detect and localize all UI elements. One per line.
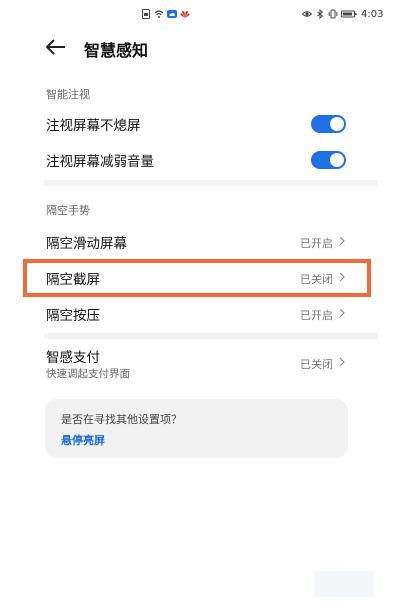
setting-label: 隔空滑动屏幕 <box>46 236 127 252</box>
section-divider <box>44 180 378 186</box>
status-right-icons <box>302 9 357 19</box>
toggle-switch[interactable] <box>311 115 346 133</box>
back-arrow-icon[interactable] <box>44 34 68 60</box>
sim-icon <box>142 9 150 19</box>
huawei-icon <box>180 11 190 18</box>
suggestion-link[interactable]: 悬停亮屏 <box>61 432 105 448</box>
toggle-knob <box>330 153 344 167</box>
chevron-right-icon <box>339 236 345 246</box>
setting-row-air-swipe[interactable]: 隔空滑动屏幕 已开启 <box>0 228 405 256</box>
wifi-icon <box>154 10 164 18</box>
setting-label: 注视屏幕减弱音量 <box>46 154 154 170</box>
cloud-icon <box>167 10 177 18</box>
setting-row-smart-pay[interactable]: 智感支付 快速调起支付界面 已关闭 <box>0 346 405 382</box>
toggle-switch[interactable] <box>311 151 346 169</box>
corner-overlay <box>314 571 374 597</box>
setting-label: 隔空按压 <box>46 308 100 324</box>
setting-status: 已开启 <box>300 309 333 322</box>
page-header: 智慧感知 <box>0 34 405 62</box>
status-bar: 4:03 <box>0 0 405 30</box>
section-label-gaze: 智能注视 <box>46 88 90 101</box>
suggestion-question: 是否在寻找其他设置项？ <box>61 413 182 426</box>
setting-row-air-press[interactable]: 隔空按压 已开启 <box>0 300 405 328</box>
bluetooth-icon <box>317 9 324 19</box>
setting-subtitle: 快速调起支付界面 <box>46 368 130 380</box>
setting-row-gaze-keep-screen[interactable]: 注视屏幕不熄屏 <box>0 112 405 136</box>
suggestion-card: 是否在寻找其他设置项？ 悬停亮屏 <box>45 399 348 458</box>
eye-icon <box>302 11 312 17</box>
status-time: 4:03 <box>361 9 384 20</box>
highlight-box <box>23 259 371 297</box>
setting-status: 已关闭 <box>300 358 333 371</box>
battery-icon <box>341 10 357 18</box>
setting-label: 智感支付 <box>46 350 100 366</box>
vibrate-icon <box>328 9 338 19</box>
setting-status: 已开启 <box>300 237 333 250</box>
section-label-air-gesture: 隔空手势 <box>46 204 90 217</box>
status-left-icons <box>141 9 190 19</box>
chevron-right-icon <box>339 308 345 318</box>
section-divider <box>44 333 378 339</box>
setting-row-gaze-lower-volume[interactable]: 注视屏幕减弱音量 <box>0 148 405 172</box>
chevron-right-icon <box>339 357 345 367</box>
toggle-knob <box>330 117 344 131</box>
page-title: 智慧感知 <box>84 41 149 60</box>
setting-label: 注视屏幕不熄屏 <box>46 118 141 134</box>
